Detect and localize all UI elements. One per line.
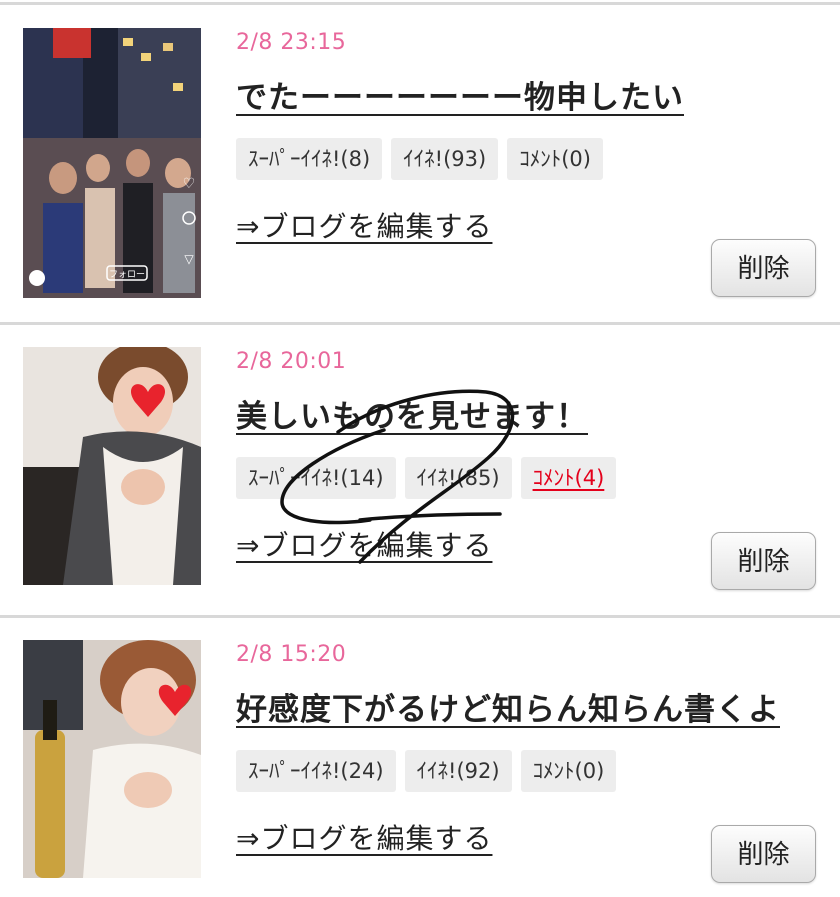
divider (0, 2, 840, 5)
reaction-badges: ｽｰﾊﾟｰｲｲﾈ!(24) ｲｲﾈ!(92) ｺﾒﾝﾄ(0) (236, 750, 617, 792)
like-badge: ｲｲﾈ!(93) (391, 138, 499, 180)
edit-blog-link[interactable]: ⇒ブログを編集する (236, 817, 492, 857)
svg-text:♡: ♡ (183, 176, 196, 192)
post-date: 2/8 23:15 (236, 30, 347, 55)
divider (0, 615, 840, 618)
super-like-badge: ｽｰﾊﾟｰｲｲﾈ!(24) (236, 750, 396, 792)
divider (0, 322, 840, 325)
svg-text:▽: ▽ (184, 252, 194, 266)
delete-button[interactable]: 削除 (711, 825, 816, 883)
blog-post-item: フォロー ♡ ▽ 2/8 23:15 でたーーーーーーー物申したい ｽｰﾊﾟｰｲ… (0, 28, 840, 318)
post-title[interactable]: 美しいものを見せます！ (236, 391, 588, 436)
blog-post-list: フォロー ♡ ▽ 2/8 23:15 でたーーーーーーー物申したい ｽｰﾊﾟｰｲ… (0, 0, 840, 897)
reaction-badges: ｽｰﾊﾟｰｲｲﾈ!(14) ｲｲﾈ!(85) ｺﾒﾝﾄ(4) (236, 457, 617, 499)
post-date: 2/8 15:20 (236, 642, 347, 667)
post-thumbnail[interactable]: フォロー ♡ ▽ (23, 28, 201, 298)
delete-button[interactable]: 削除 (711, 532, 816, 590)
svg-text:フォロー: フォロー (109, 270, 145, 280)
edit-blog-link[interactable]: ⇒ブログを編集する (236, 205, 492, 245)
comment-link[interactable]: ｺﾒﾝﾄ(4) (520, 457, 617, 499)
edit-blog-link[interactable]: ⇒ブログを編集する (236, 524, 492, 564)
post-thumbnail[interactable] (23, 640, 201, 897)
post-date: 2/8 20:01 (236, 349, 347, 374)
reaction-badges: ｽｰﾊﾟｰｲｲﾈ!(8) ｲｲﾈ!(93) ｺﾒﾝﾄ(0) (236, 138, 603, 180)
delete-button[interactable]: 削除 (711, 239, 816, 297)
like-badge: ｲｲﾈ!(85) (404, 457, 512, 499)
post-title[interactable]: 好感度下がるけど知らん知らん書くよ (236, 684, 780, 729)
post-title[interactable]: でたーーーーーーー物申したい (236, 72, 684, 117)
blog-post-item: 2/8 15:20 好感度下がるけど知らん知らん書くよ ｽｰﾊﾟｰｲｲﾈ!(24… (0, 640, 840, 897)
comment-badge: ｺﾒﾝﾄ(0) (520, 750, 617, 792)
super-like-badge: ｽｰﾊﾟｰｲｲﾈ!(14) (236, 457, 396, 499)
super-like-badge: ｽｰﾊﾟｰｲｲﾈ!(8) (236, 138, 383, 180)
blog-post-item: 2/8 20:01 美しいものを見せます！ ｽｰﾊﾟｰｲｲﾈ!(14) ｲｲﾈ!… (0, 347, 840, 637)
post-thumbnail[interactable] (23, 347, 201, 617)
like-badge: ｲｲﾈ!(92) (404, 750, 512, 792)
comment-badge: ｺﾒﾝﾄ(0) (507, 138, 603, 180)
